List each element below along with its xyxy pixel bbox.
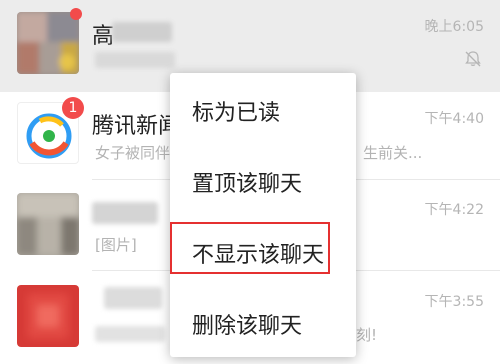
chat-time: 下午4:22 xyxy=(424,202,484,218)
menu-item-label: 标为已读 xyxy=(192,101,281,126)
unread-dot xyxy=(70,8,82,20)
blurred-name xyxy=(112,22,172,42)
highlight-annotation-box xyxy=(170,222,330,274)
menu-item-delete-chat[interactable]: 删除该聊天 xyxy=(170,286,356,357)
blurred-preview xyxy=(95,52,175,68)
blurred-avatar-image xyxy=(17,12,79,74)
avatar[interactable] xyxy=(17,12,79,74)
avatar[interactable] xyxy=(17,285,79,347)
chat-time: 下午3:55 xyxy=(424,294,484,310)
menu-item-pin-chat[interactable]: 置顶该聊天 xyxy=(170,144,356,215)
message-preview-left: 女子被同伴 xyxy=(95,144,171,162)
mute-bell-icon xyxy=(465,51,481,67)
message-preview-right: 生前关... xyxy=(363,144,423,162)
menu-item-mark-read[interactable]: 标为已读 xyxy=(170,73,356,144)
blurred-avatar-image xyxy=(17,285,79,347)
contact-name: 腾讯新闻 xyxy=(92,114,181,139)
chat-context-menu: 标为已读 置顶该聊天 不显示该聊天 删除该聊天 xyxy=(170,73,356,357)
avatar[interactable] xyxy=(17,193,79,255)
unread-count-badge: 1 xyxy=(62,97,84,119)
message-preview: [图片] xyxy=(95,236,137,254)
message-preview-right: 刻! xyxy=(356,326,378,344)
blurred-name xyxy=(104,287,162,309)
contact-name: 高 xyxy=(92,24,115,49)
blurred-name xyxy=(92,202,158,224)
blurred-preview xyxy=(95,326,165,342)
menu-item-label: 置顶该聊天 xyxy=(192,172,303,197)
blurred-avatar-image xyxy=(17,193,79,255)
menu-item-label: 删除该聊天 xyxy=(192,314,303,339)
chat-time: 下午4:40 xyxy=(424,111,484,127)
chat-time: 晚上6:05 xyxy=(424,19,484,35)
